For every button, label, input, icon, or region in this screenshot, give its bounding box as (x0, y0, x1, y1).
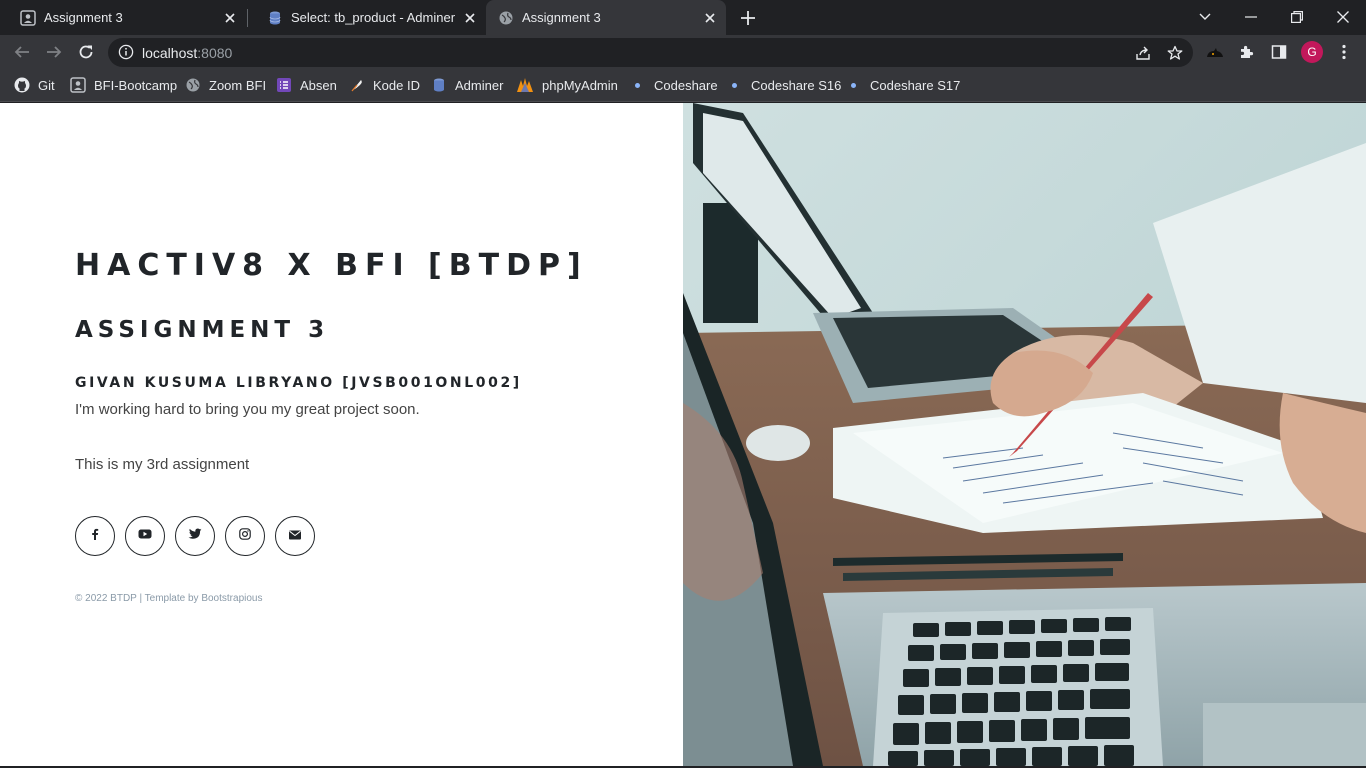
bookmark-label: Codeshare (654, 77, 718, 93)
github-icon (14, 77, 30, 93)
bookmark-adminer[interactable]: Adminer (431, 75, 503, 95)
back-arrow-icon[interactable] (10, 40, 34, 64)
bookmark-label: BFI-Bootcamp (94, 77, 178, 93)
bookmark-label: Zoom BFI (209, 77, 267, 93)
youtube-icon (138, 527, 152, 545)
tab-assignment-3-active[interactable]: Assignment 3 (486, 0, 726, 35)
feather-icon (349, 77, 365, 93)
bookmark-label: Codeshare S16 (751, 77, 842, 93)
footer-copyright: © 2022 BTDP | Template by Bootstrapious (75, 593, 263, 604)
envelope-icon (289, 527, 301, 545)
browser-toolbar: localhost:8080 G (0, 35, 1366, 69)
bookmark-label: Codeshare S17 (870, 77, 961, 93)
dot-icon (635, 82, 640, 88)
tab-title: Assignment 3 (522, 10, 601, 25)
bookmarks-bar: Git BFI-Bootcamp Zoom BFI Absen Kode ID … (0, 69, 1366, 102)
dot-icon (732, 82, 737, 88)
tab-assignment-3-first[interactable]: Assignment 3 (0, 0, 246, 35)
twitter-link[interactable] (175, 516, 215, 556)
share-icon[interactable] (1134, 44, 1152, 62)
close-icon[interactable] (462, 10, 478, 26)
web-page: HACTIV8 X BFI [BTDP] ASSIGNMENT 3 GIVAN … (0, 103, 1366, 766)
profile-avatar[interactable]: G (1301, 41, 1323, 63)
dot-icon (851, 82, 856, 88)
bookmark-bfi-bootcamp[interactable]: BFI-Bootcamp (70, 75, 177, 95)
bookmark-zoom-bfi[interactable]: Zoom BFI (185, 75, 266, 95)
facebook-link[interactable] (75, 516, 115, 556)
bookmark-label: Kode ID (373, 77, 420, 93)
close-window-icon[interactable] (1330, 4, 1356, 30)
more-menu-icon[interactable] (1333, 41, 1355, 63)
address-bar[interactable]: localhost:8080 (108, 38, 1193, 67)
user-page-icon (70, 77, 86, 93)
bookmark-git[interactable]: Git (14, 75, 55, 95)
coming-soon-panel: HACTIV8 X BFI [BTDP] ASSIGNMENT 3 GIVAN … (0, 103, 683, 766)
bookmark-star-icon[interactable] (1166, 44, 1184, 62)
tab-adminer[interactable]: Select: tb_product - Adminer (247, 0, 486, 35)
globe-icon (185, 77, 201, 93)
info-icon[interactable] (118, 44, 134, 65)
tab-title: Assignment 3 (44, 10, 123, 25)
bookmark-codeshare[interactable]: Codeshare (631, 75, 718, 95)
page-subheading: ASSIGNMENT 3 (75, 317, 330, 343)
hero-photo (683, 103, 1366, 766)
url-host: localhost (142, 45, 198, 61)
facebook-icon (89, 527, 101, 545)
forward-arrow-icon[interactable] (42, 40, 66, 64)
close-icon[interactable] (702, 10, 718, 26)
author-name: GIVAN KUSUMA LIBRYANO [JVSB001ONL002] (75, 375, 522, 391)
puzzle-extensions-icon[interactable] (1236, 41, 1258, 63)
user-page-icon (20, 9, 36, 26)
side-panel-icon[interactable] (1268, 41, 1290, 63)
database-icon (431, 77, 447, 93)
bookmark-label: Adminer (455, 77, 504, 93)
extension-cat-icon[interactable] (1204, 41, 1226, 63)
url-text: localhost:8080 (142, 45, 232, 61)
email-link[interactable] (275, 516, 315, 556)
tab-title: Select: tb_product - Adminer (291, 10, 456, 25)
phpmyadmin-icon (516, 77, 534, 93)
database-icon (267, 10, 283, 26)
instagram-link[interactable] (225, 516, 265, 556)
bookmark-label: Git (38, 77, 55, 93)
youtube-link[interactable] (125, 516, 165, 556)
twitter-icon (188, 527, 202, 545)
restore-icon[interactable] (1284, 4, 1310, 30)
bookmark-codeshare-s16[interactable]: Codeshare S16 (728, 75, 841, 95)
close-icon[interactable] (222, 10, 238, 26)
reload-icon[interactable] (74, 40, 98, 64)
bookmark-label: Absen (300, 77, 337, 93)
note-text: This is my 3rd assignment (75, 456, 250, 473)
tab-search-chevron-icon[interactable] (1192, 4, 1218, 30)
bookmark-phpmyadmin[interactable]: phpMyAdmin (516, 75, 618, 95)
bookmark-absen[interactable]: Absen (276, 75, 337, 95)
instagram-icon (239, 527, 251, 545)
tab-strip: Assignment 3 Select: tb_product - Admine… (0, 0, 1366, 35)
tagline-text: I'm working hard to bring you my great p… (75, 401, 420, 418)
bookmark-codeshare-s17[interactable]: Codeshare S17 (847, 75, 960, 95)
page-heading: HACTIV8 X BFI [BTDP] (75, 248, 588, 283)
bookmark-label: phpMyAdmin (542, 77, 618, 93)
minimize-icon[interactable] (1238, 4, 1264, 30)
form-icon (276, 77, 292, 93)
url-port: :8080 (197, 45, 233, 61)
new-tab-button[interactable] (738, 8, 758, 28)
globe-icon (498, 10, 514, 26)
bookmark-kode-id[interactable]: Kode ID (349, 75, 420, 95)
